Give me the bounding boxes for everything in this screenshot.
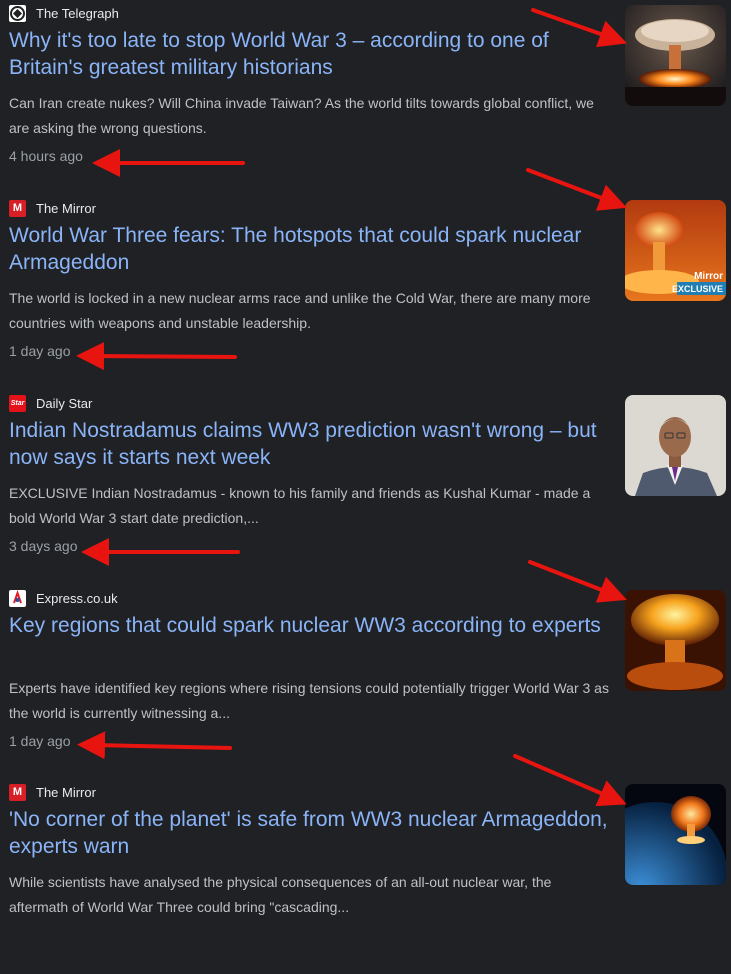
source-name: Daily Star xyxy=(36,395,93,411)
article-title-link[interactable]: Key regions that could spark nuclear WW3… xyxy=(9,612,609,639)
news-article[interactable]: M The Mirror World War Three fears: The … xyxy=(0,195,731,390)
source-name: Express.co.uk xyxy=(36,590,118,606)
news-article[interactable]: The Telegraph Why it's too late to stop … xyxy=(0,0,731,195)
telegraph-logo-icon xyxy=(9,4,26,22)
source-name: The Telegraph xyxy=(36,5,119,21)
thumb-text-mirror: Mirror xyxy=(694,271,723,282)
article-source: M The Mirror xyxy=(9,783,96,801)
article-timestamp: 4 hours ago xyxy=(9,148,83,164)
article-title-link[interactable]: Indian Nostradamus claims WW3 prediction… xyxy=(9,417,609,471)
news-article[interactable]: M The Mirror 'No corner of the planet' i… xyxy=(0,779,731,974)
article-source: M The Mirror xyxy=(9,199,96,217)
article-snippet: The world is locked in a new nuclear arm… xyxy=(9,290,591,331)
article-snippet: While scientists have analysed the physi… xyxy=(9,874,552,915)
mirror-logo-icon: M xyxy=(9,199,26,217)
source-name: The Mirror xyxy=(36,784,96,800)
mirror-logo-icon: M xyxy=(9,783,26,801)
article-timestamp: 1 day ago xyxy=(9,733,71,749)
source-name: The Mirror xyxy=(36,200,96,216)
article-timestamp: 1 day ago xyxy=(9,343,71,359)
article-thumbnail[interactable] xyxy=(625,395,726,496)
article-source: Express.co.uk xyxy=(9,589,118,607)
article-snippet: Experts have identified key regions wher… xyxy=(9,680,609,721)
article-source: Star Daily Star xyxy=(9,394,92,412)
news-article[interactable]: Star Daily Star Indian Nostradamus claim… xyxy=(0,390,731,585)
daily-star-logo-icon: Star xyxy=(9,394,26,412)
article-thumbnail[interactable] xyxy=(625,784,726,885)
article-thumbnail[interactable] xyxy=(625,590,726,691)
article-title-link[interactable]: World War Three fears: The hotspots that… xyxy=(9,222,609,276)
article-thumbnail[interactable]: Mirror EXCLUSIVE xyxy=(625,200,726,301)
article-snippet: EXCLUSIVE Indian Nostradamus - known to … xyxy=(9,485,591,526)
article-timestamp: 3 days ago xyxy=(9,538,78,554)
article-snippet: Can Iran create nukes? Will China invade… xyxy=(9,95,594,136)
thumb-text-exclusive: EXCLUSIVE xyxy=(672,284,723,294)
news-article[interactable]: Express.co.uk Key regions that could spa… xyxy=(0,585,731,780)
article-source: The Telegraph xyxy=(9,4,119,22)
express-logo-icon xyxy=(9,589,26,607)
article-thumbnail[interactable] xyxy=(625,5,726,106)
article-title-link[interactable]: Why it's too late to stop World War 3 – … xyxy=(9,27,609,81)
article-title-link[interactable]: 'No corner of the planet' is safe from W… xyxy=(9,806,609,860)
